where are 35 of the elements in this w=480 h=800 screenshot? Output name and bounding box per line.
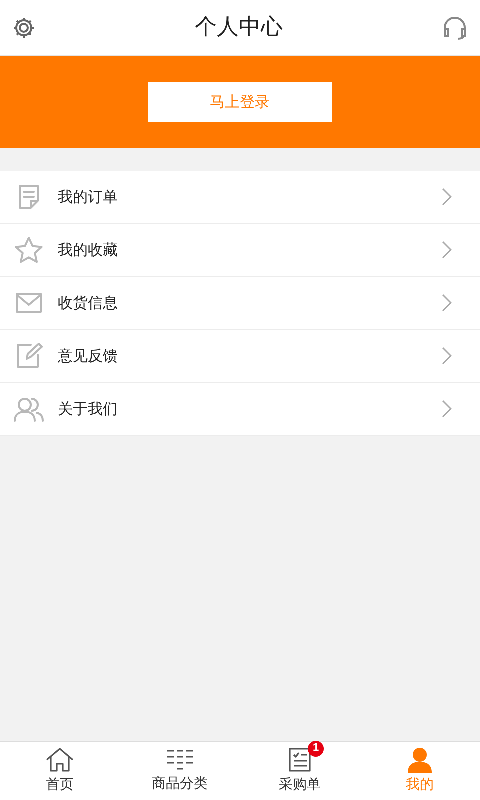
badge: 1 <box>308 740 324 756</box>
menu-label: 收货信息 <box>58 292 119 314</box>
menu-label: 意见反馈 <box>58 346 119 367</box>
menu-item[interactable]: 我的订单 <box>0 171 480 224</box>
tab-label: 首页 <box>46 776 74 794</box>
tab[interactable]: 首页 <box>0 742 120 800</box>
chevron-right-icon <box>442 188 452 206</box>
tab-label: 我的 <box>406 776 434 794</box>
list-icon <box>166 748 194 772</box>
menu-label: 我的收藏 <box>58 240 119 261</box>
page-title: 个人中心 <box>195 14 283 42</box>
chevron-right-icon <box>442 400 452 418</box>
settings-icon[interactable] <box>12 16 36 40</box>
edit-icon <box>15 342 43 370</box>
menu-label: 关于我们 <box>58 398 119 420</box>
users-icon <box>13 396 45 422</box>
menu-label: 我的订单 <box>58 186 119 208</box>
home-icon <box>45 746 75 772</box>
menu-item[interactable]: 收货信息 <box>0 277 480 330</box>
menu-item[interactable]: 关于我们 <box>0 383 480 436</box>
chevron-right-icon <box>442 294 452 312</box>
headset-icon[interactable] <box>442 16 468 40</box>
document-icon <box>18 184 40 210</box>
tab-label: 采购单 <box>279 776 321 794</box>
checklist-icon <box>288 746 312 772</box>
tab-label: 商品分类 <box>152 774 208 794</box>
tab[interactable]: 1 采购单 <box>240 742 360 800</box>
chevron-right-icon <box>442 241 452 259</box>
menu-item[interactable]: 我的收藏 <box>0 224 480 277</box>
chevron-right-icon <box>442 347 452 365</box>
menu-item[interactable]: 意见反馈 <box>0 330 480 383</box>
envelope-icon <box>15 292 43 314</box>
person-icon <box>407 746 433 772</box>
tab[interactable]: 商品分类 <box>120 742 240 800</box>
star-icon <box>14 236 44 264</box>
